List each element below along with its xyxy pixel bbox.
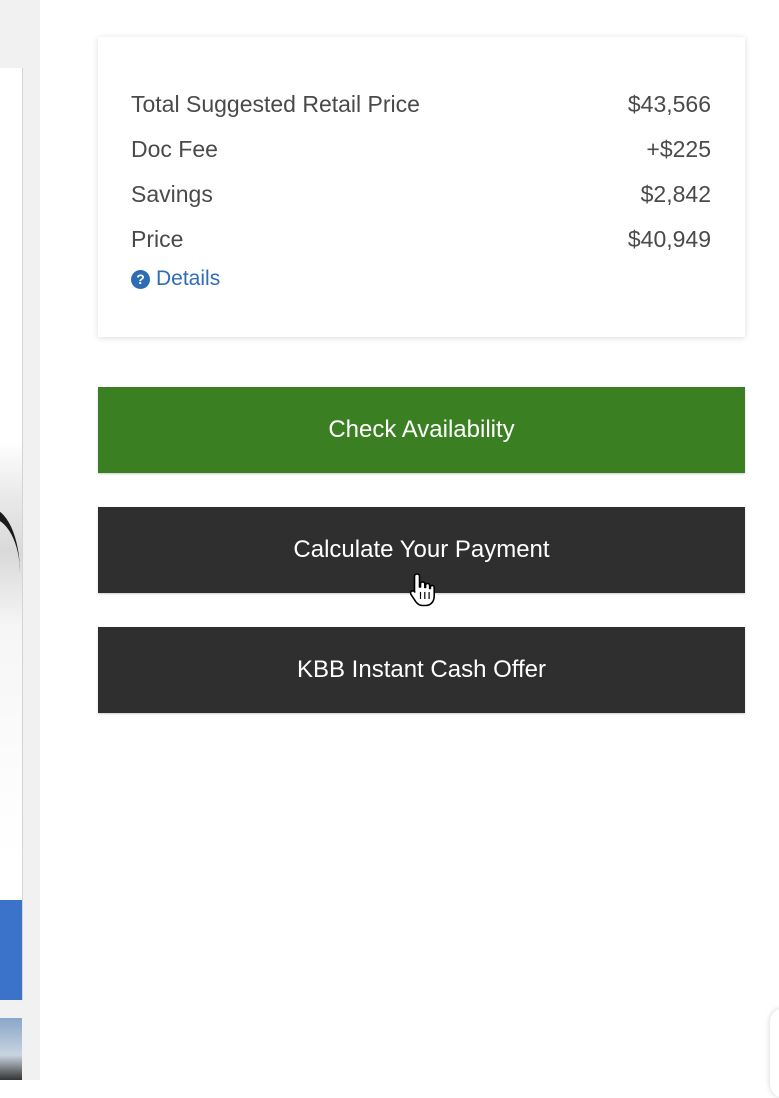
check-availability-button[interactable]: Check Availability (98, 387, 745, 473)
price-row-label: Total Suggested Retail Price (131, 91, 420, 117)
price-row-value: $43,566 (627, 91, 711, 117)
kbb-instant-cash-offer-button[interactable]: KBB Instant Cash Offer (98, 627, 745, 713)
price-row-final-price: Price $40,949 (131, 226, 711, 271)
price-row-label: Price (131, 226, 184, 252)
price-row-value: +$225 (646, 136, 711, 162)
price-row-label: Savings (131, 181, 213, 207)
price-row-savings: Savings $2,842 (131, 181, 711, 226)
gallery-blue-panel-edge[interactable] (0, 900, 22, 1000)
vehicle-photo-detail (0, 508, 20, 638)
details-link-label: Details (156, 267, 221, 290)
details-link[interactable]: ? Details (131, 267, 220, 291)
price-row-msrp: Total Suggested Retail Price $43,566 (131, 91, 711, 136)
vehicle-photo-edge[interactable] (0, 68, 23, 1000)
question-circle-icon: ? (131, 269, 150, 289)
gallery-thumbnail-edge[interactable] (0, 1018, 22, 1080)
price-row-doc-fee: Doc Fee +$225 (131, 136, 711, 181)
price-row-value: $40,949 (627, 226, 711, 252)
price-row-value: $2,842 (640, 181, 711, 207)
floating-chat-widget-edge[interactable] (770, 1008, 779, 1098)
calculate-payment-button[interactable]: Calculate Your Payment (98, 507, 745, 593)
price-row-label: Doc Fee (131, 136, 218, 162)
price-summary-card: Total Suggested Retail Price $43,566 Doc… (98, 37, 745, 337)
